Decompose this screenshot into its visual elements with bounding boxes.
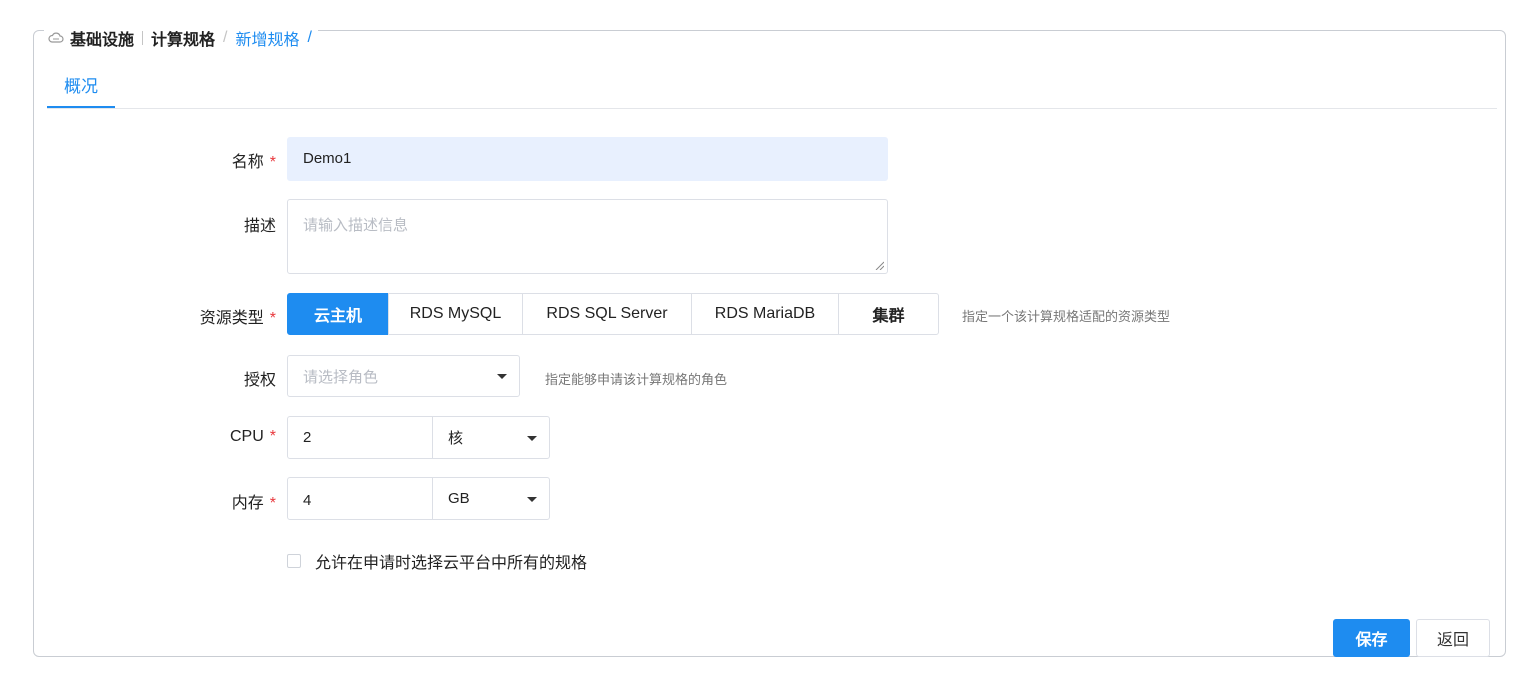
save-button[interactable]: 保存	[1333, 619, 1410, 657]
resource-type-label-text: 资源类型	[199, 310, 264, 327]
name-input-value: Demo1	[303, 150, 352, 167]
name-label: 名称 *	[120, 148, 276, 172]
cpu-label: CPU *	[120, 428, 276, 446]
page: 基础设施 计算规格 / 新增规格 / 概况 名称 * Demo1 描述 请输入描述…	[0, 0, 1540, 690]
name-label-text: 名称	[231, 154, 264, 171]
authorization-label-text: 授权	[243, 372, 276, 389]
allow-all-specs-label[interactable]: 允许在申请时选择云平台中所有的规格	[315, 549, 587, 573]
cpu-input[interactable]: 2	[287, 416, 433, 459]
tab-overview[interactable]: 概况	[47, 70, 115, 108]
resource-type-option-cluster[interactable]: 集群	[838, 293, 939, 335]
caret-down-icon	[527, 435, 537, 441]
resource-type-label: 资源类型 *	[120, 304, 276, 328]
memory-input-value: 4	[303, 492, 312, 509]
breadcrumb-page[interactable]: 计算规格	[151, 26, 215, 50]
caret-down-icon	[527, 496, 537, 502]
cpu-unit-select[interactable]: 核	[432, 416, 550, 459]
required-mark: *	[269, 310, 276, 327]
resize-handle-icon[interactable]	[874, 260, 884, 270]
breadcrumb-section[interactable]: 基础设施	[70, 26, 134, 50]
description-placeholder: 请输入描述信息	[303, 217, 409, 234]
memory-input[interactable]: 4	[287, 477, 433, 520]
resource-type-option-rds-mysql[interactable]: RDS MySQL	[388, 293, 523, 335]
cloud-icon	[48, 31, 66, 45]
allow-all-specs-row: 允许在申请时选择云平台中所有的规格	[287, 549, 587, 573]
resource-type-option-rds-sqlserver[interactable]: RDS SQL Server	[522, 293, 692, 335]
description-label: 描述	[120, 212, 276, 236]
breadcrumb-current: 新增规格	[235, 32, 300, 49]
allow-all-specs-checkbox[interactable]	[287, 554, 301, 568]
resource-type-segmented-control: 云主机 RDS MySQL RDS SQL Server RDS MariaDB…	[287, 293, 939, 335]
caret-down-icon	[497, 374, 507, 379]
memory-label: 内存 *	[120, 489, 276, 513]
breadcrumb-divider	[142, 31, 144, 45]
back-button[interactable]: 返回	[1416, 619, 1490, 657]
breadcrumb-trailing-slash: /	[307, 29, 312, 46]
resource-type-option-rds-mariadb[interactable]: RDS MariaDB	[691, 293, 839, 335]
required-mark: *	[269, 154, 276, 171]
required-mark: *	[269, 428, 276, 445]
name-input[interactable]: Demo1	[287, 137, 888, 181]
memory-label-text: 内存	[231, 495, 264, 512]
form-panel	[33, 30, 1506, 657]
breadcrumb-separator: /	[223, 29, 228, 46]
cpu-label-text: CPU	[229, 428, 264, 445]
memory-unit-value: GB	[448, 490, 470, 507]
required-mark: *	[269, 495, 276, 512]
resource-type-hint: 指定一个该计算规格适配的资源类型	[962, 309, 1171, 324]
role-select[interactable]: 请选择角色	[287, 355, 520, 397]
role-select-placeholder: 请选择角色	[303, 368, 379, 386]
tab-bar: 概况	[47, 70, 1497, 109]
authorization-label: 授权	[120, 366, 276, 390]
resource-type-option-vm[interactable]: 云主机	[287, 293, 389, 335]
memory-unit-select[interactable]: GB	[432, 477, 550, 520]
breadcrumb: 基础设施 计算规格 / 新增规格 /	[44, 26, 318, 50]
authorization-hint: 指定能够申请该计算规格的角色	[545, 372, 728, 387]
cpu-unit-value: 核	[448, 430, 464, 447]
cpu-input-value: 2	[303, 429, 312, 446]
description-textarea[interactable]: 请输入描述信息	[287, 199, 888, 274]
description-label-text: 描述	[243, 218, 276, 235]
